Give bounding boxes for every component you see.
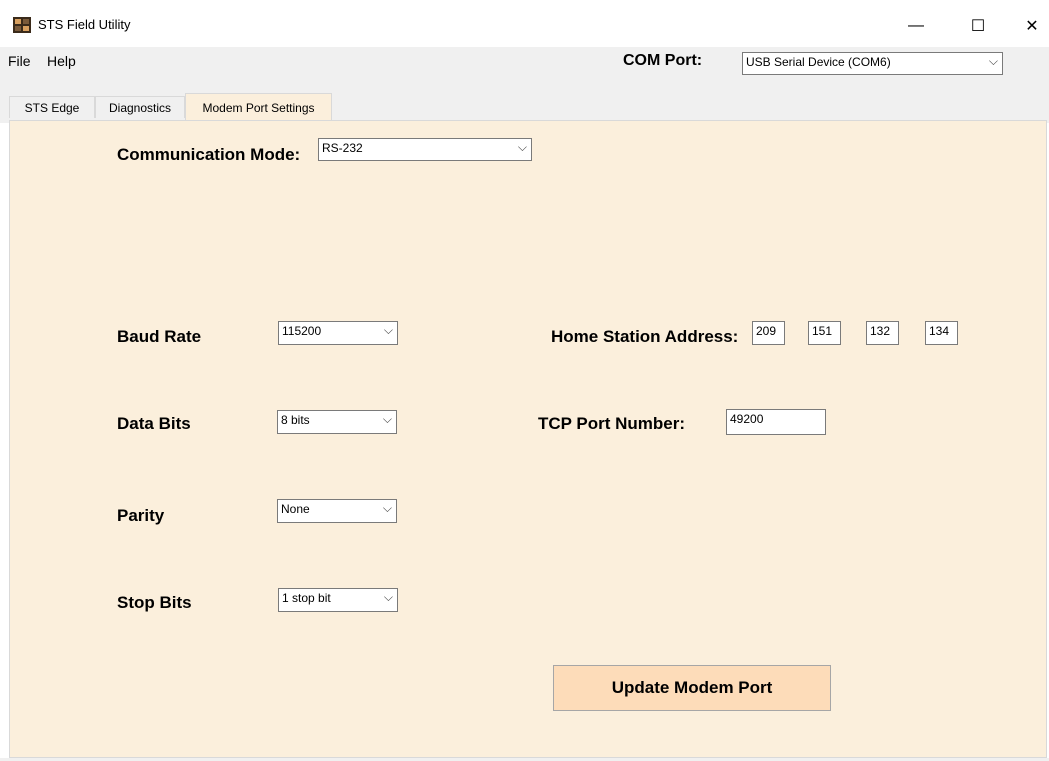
menu-help[interactable]: Help bbox=[47, 53, 76, 69]
parity-select[interactable]: None ⌵ bbox=[277, 499, 397, 523]
baud-rate-select[interactable]: 115200 ⌵ bbox=[278, 321, 398, 345]
baud-rate-label: Baud Rate bbox=[117, 327, 202, 346]
stop-bits-value: 1 stop bit bbox=[282, 591, 331, 605]
communication-mode-label: Communication Mode: bbox=[117, 145, 301, 164]
octet-value: 134 bbox=[929, 324, 950, 338]
home-station-address-label: Home Station Address: bbox=[551, 327, 739, 346]
tcp-port-value: 49200 bbox=[730, 412, 764, 426]
tab-diagnostics[interactable]: Diagnostics bbox=[95, 96, 185, 118]
tab-sts-edge[interactable]: STS Edge bbox=[9, 96, 95, 118]
data-bits-select[interactable]: 8 bits ⌵ bbox=[277, 410, 397, 434]
chevron-down-icon: ⌵ bbox=[383, 323, 393, 337]
home-station-octet-2[interactable]: 151 bbox=[808, 321, 841, 345]
data-bits-label: Data Bits bbox=[117, 414, 191, 433]
tcp-port-label: TCP Port Number: bbox=[538, 414, 686, 433]
communication-mode-value: RS-232 bbox=[322, 141, 363, 155]
maximize-button[interactable]: ☐ bbox=[955, 10, 1001, 42]
chevron-down-icon: ⌵ bbox=[517, 140, 527, 154]
tab-modem-port-settings[interactable]: Modem Port Settings bbox=[185, 93, 332, 121]
com-port-value: USB Serial Device (COM6) bbox=[746, 55, 891, 69]
home-station-octet-3[interactable]: 132 bbox=[866, 321, 899, 345]
tcp-port-input[interactable]: 49200 bbox=[726, 409, 826, 435]
home-station-octet-4[interactable]: 134 bbox=[925, 321, 958, 345]
close-button[interactable]: ✕ bbox=[1017, 10, 1047, 42]
data-bits-value: 8 bits bbox=[281, 413, 310, 427]
chevron-down-icon: ⌵ bbox=[988, 54, 998, 68]
title-bar bbox=[0, 0, 1049, 47]
minimize-button[interactable]: — bbox=[893, 10, 939, 42]
octet-value: 209 bbox=[756, 324, 777, 338]
baud-rate-value: 115200 bbox=[282, 324, 322, 338]
window-title: STS Field Utility bbox=[38, 17, 131, 32]
modem-port-settings-panel bbox=[9, 120, 1047, 758]
parity-value: None bbox=[281, 502, 310, 516]
home-station-octet-1[interactable]: 209 bbox=[752, 321, 785, 345]
sts-app-icon bbox=[13, 17, 31, 33]
octet-value: 132 bbox=[870, 324, 891, 338]
stop-bits-select[interactable]: 1 stop bit ⌵ bbox=[278, 588, 398, 612]
menu-file[interactable]: File bbox=[8, 53, 31, 69]
octet-value: 151 bbox=[812, 324, 833, 338]
com-port-label: COM Port: bbox=[623, 52, 703, 69]
home-station-label-clip: Home Station Address: bbox=[551, 327, 752, 349]
com-port-select[interactable]: USB Serial Device (COM6) ⌵ bbox=[742, 52, 1003, 75]
update-modem-port-button[interactable]: Update Modem Port bbox=[553, 665, 831, 711]
chevron-down-icon: ⌵ bbox=[382, 501, 392, 515]
chevron-down-icon: ⌵ bbox=[382, 412, 392, 426]
parity-label: Parity bbox=[117, 506, 165, 525]
chevron-down-icon: ⌵ bbox=[383, 590, 393, 604]
communication-mode-select[interactable]: RS-232 ⌵ bbox=[318, 138, 532, 161]
stop-bits-label: Stop Bits bbox=[117, 593, 192, 612]
